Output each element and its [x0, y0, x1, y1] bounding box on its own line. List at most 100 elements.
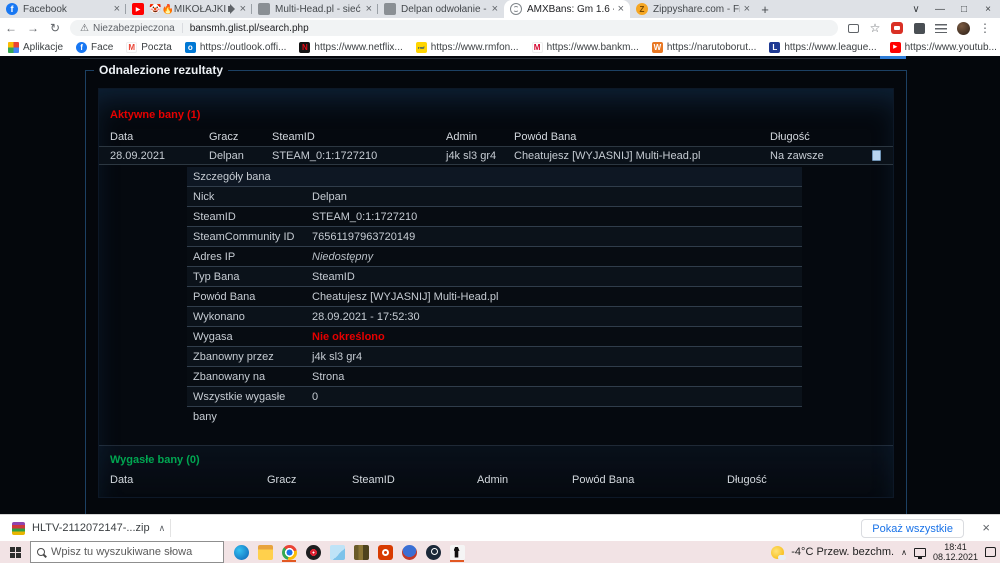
download-chevron-icon[interactable]: ∧	[159, 523, 166, 534]
apps-grid-icon	[8, 42, 19, 53]
network-icon[interactable]	[914, 548, 926, 557]
badge-app-icon[interactable]	[400, 542, 418, 562]
tab-zippyshare[interactable]: Zippyshare.com - Free File Hosti ×	[630, 0, 756, 18]
bookmark-naruto[interactable]: https://narutoborut...	[652, 42, 757, 53]
bookmark-league[interactable]: https://www.league...	[769, 42, 876, 53]
zippyshare-favicon	[636, 3, 648, 15]
clock-date: 08.12.2021	[933, 552, 978, 562]
detail-row-reason: Powód BanaCheatujesz [WYJASNIJ] Multi-He…	[187, 287, 802, 307]
search-input[interactable]	[51, 546, 201, 558]
edge-icon[interactable]	[232, 542, 250, 562]
show-all-downloads-button[interactable]: Pokaż wszystkie	[861, 519, 964, 538]
paint-3d-icon[interactable]	[328, 542, 346, 562]
library-icon[interactable]	[352, 542, 370, 562]
audio-playing-icon[interactable]	[228, 6, 232, 12]
tab-delpan-odwolanie[interactable]: Delpan odwołanie - Odwołanie o ×	[378, 0, 504, 18]
omnibox-divider	[182, 23, 183, 33]
close-window-button[interactable]: ×	[976, 4, 1000, 15]
playlist-icon[interactable]	[934, 21, 948, 35]
bookmark-gmail[interactable]: Poczta	[126, 42, 172, 53]
results-fieldset: Odnalezione rezultaty Aktywne bany (1) D…	[85, 70, 907, 520]
col-powod: Powód Bana	[514, 131, 770, 143]
detail-row-expires: WygasaNie określono	[187, 327, 802, 347]
counter-strike-icon[interactable]	[448, 542, 466, 562]
ban-player: Delpan	[209, 150, 272, 162]
not-secure-warning-icon[interactable]: ⚠	[80, 23, 89, 34]
notification-center-icon[interactable]	[985, 547, 996, 557]
tab-amxbans-active[interactable]: AMXBans: Gm 1.6 - Szukaj ×	[504, 0, 630, 18]
ban-details-table: Szczegóły bana NickDelpan SteamIDSTEAM_0…	[187, 167, 802, 407]
col-data: Data	[110, 474, 267, 486]
media-icon[interactable]	[846, 21, 860, 35]
bookmark-facebook[interactable]: Face	[76, 42, 113, 53]
reload-button[interactable]: ↻	[44, 21, 66, 35]
forward-button[interactable]: →	[22, 21, 44, 35]
tab-multihead[interactable]: Multi-Head.pl - sieć serwerów CS ×	[252, 0, 378, 18]
windows-logo-icon	[10, 547, 21, 558]
close-icon[interactable]: ×	[114, 4, 120, 15]
new-tab-button[interactable]: +	[756, 0, 774, 18]
ban-row[interactable]: 28.09.2021 Delpan STEAM_0:1:1727210 j4k …	[99, 146, 893, 165]
bookmark-outlook[interactable]: https://outlook.offi...	[185, 42, 287, 53]
tab-title: AMXBans: Gm 1.6 - Szukaj	[527, 4, 614, 15]
tray-overflow-chevron-icon[interactable]: ∧	[901, 548, 907, 557]
chrome-icon[interactable]	[280, 542, 298, 562]
close-icon[interactable]: ×	[366, 4, 372, 15]
music-player-icon[interactable]	[304, 542, 322, 562]
ban-length: Na zawsze	[770, 150, 870, 162]
detail-row-steamid: SteamIDSTEAM_0:1:1727210	[187, 207, 802, 227]
maximize-button[interactable]: □	[952, 4, 976, 15]
taskbar-search[interactable]	[30, 541, 224, 563]
download-item[interactable]: HLTV-2112072147-...zip ∧	[12, 522, 165, 535]
weather-icon[interactable]	[771, 546, 784, 559]
close-icon[interactable]: ×	[240, 4, 246, 15]
col-admin: Admin	[477, 474, 572, 486]
tab-search-chevron-icon[interactable]: ∨	[904, 4, 928, 15]
download-filename: HLTV-2112072147-...zip	[32, 522, 150, 534]
bookmark-netflix[interactable]: https://www.netflix...	[299, 42, 402, 53]
col-powod: Powód Bana	[572, 474, 727, 486]
tab-title: Facebook	[23, 4, 110, 15]
taskbar-clock[interactable]: 18:41 08.12.2021	[933, 542, 978, 562]
bookmark-apps[interactable]: Aplikacje	[8, 42, 63, 53]
weather-text[interactable]: -4°C Przew. bezchm.	[791, 546, 894, 558]
window-controls: ∨ — □ ×	[904, 0, 1000, 18]
league-icon	[769, 42, 780, 53]
close-icon[interactable]: ×	[492, 4, 498, 15]
tab-facebook[interactable]: Facebook ×	[0, 0, 126, 18]
close-downloads-icon[interactable]: ×	[982, 520, 990, 535]
tab-title: Multi-Head.pl - sieć serwerów CS	[275, 4, 362, 15]
tab-title: 🤡🔥MIKOŁAJKI 2021🔥🤡	[149, 4, 227, 15]
bookmark-star-icon[interactable]: ☆	[868, 21, 882, 35]
clock-time: 18:41	[944, 542, 967, 552]
col-dlugosc: Długość	[727, 474, 893, 486]
file-explorer-icon[interactable]	[256, 542, 274, 562]
more-menu-icon[interactable]: ⋮	[978, 21, 992, 35]
search-submit-remnant	[880, 56, 906, 59]
profile-avatar[interactable]	[956, 21, 970, 35]
ban-reason: Cheatujesz [WYJASNIJ] Multi-Head.pl	[514, 150, 770, 162]
outlook-icon	[185, 42, 196, 53]
steam-icon[interactable]	[424, 542, 442, 562]
start-button[interactable]	[0, 541, 30, 563]
back-button[interactable]: ←	[0, 21, 22, 35]
bookmark-youtube[interactable]: https://www.youtub...	[890, 42, 997, 53]
adblock-extension-icon[interactable]	[890, 21, 904, 35]
search-icon	[37, 548, 45, 556]
bookmark-rmf[interactable]: https://www.rmfon...	[416, 42, 519, 53]
close-icon[interactable]: ×	[744, 4, 750, 15]
detail-row-banned-by: Zbanowny przezj4k sl3 gr4	[187, 347, 802, 367]
youtube-icon	[890, 42, 901, 53]
bookmark-bank[interactable]: https://www.bankm...	[532, 42, 639, 53]
tab-youtube[interactable]: 🤡🔥MIKOŁAJKI 2021🔥🤡 ×	[126, 0, 252, 18]
office-icon[interactable]	[376, 542, 394, 562]
minimize-button[interactable]: —	[928, 4, 952, 15]
detail-row-banned-on: Zbanowany naStrona	[187, 367, 802, 387]
ban-details-document-icon[interactable]	[872, 150, 881, 161]
detail-row-ban-type: Typ BanaSteamID	[187, 267, 802, 287]
active-bans-title: Aktywne bany (1)	[110, 109, 200, 121]
close-icon[interactable]: ×	[618, 4, 624, 15]
address-bar[interactable]: ⚠ Niezabezpieczona bansmh.glist.pl/searc…	[70, 20, 838, 36]
col-steamid: SteamID	[352, 474, 477, 486]
extension-icon[interactable]	[912, 21, 926, 35]
